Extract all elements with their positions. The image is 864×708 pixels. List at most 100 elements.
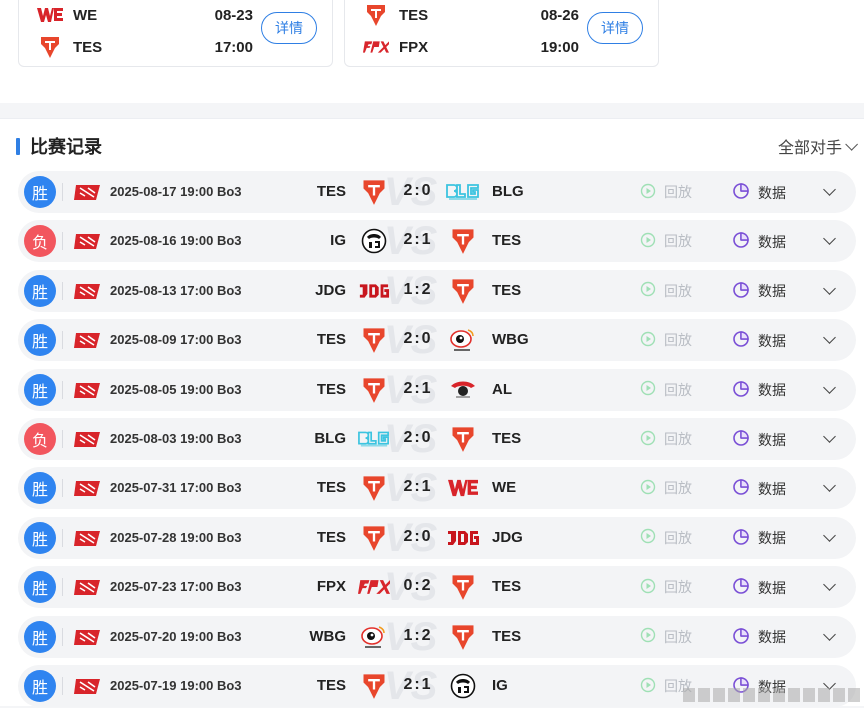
league-logo-icon (74, 480, 102, 497)
pie-chart-icon (732, 429, 750, 450)
match-score: 0:2 (403, 577, 433, 595)
tes-logo-icon (358, 473, 390, 503)
divider (62, 578, 63, 597)
team-name: TES (73, 38, 103, 56)
play-circle-icon (640, 430, 656, 449)
stats-button[interactable]: 数据 (732, 182, 786, 203)
expand-chevron-icon[interactable] (823, 380, 836, 394)
expand-chevron-icon[interactable] (823, 430, 836, 443)
replay-label: 回放 (664, 233, 692, 250)
tes-logo-icon (446, 424, 480, 454)
match-row[interactable]: 胜 2025-08-09 17:00 Bo3 VS TES 2:0 WBG 回放… (18, 319, 856, 362)
upcoming-card: WE 08-23 TES 17:00 详情 (18, 0, 333, 67)
match-row[interactable]: 负 2025-08-16 19:00 Bo3 VS IG 2:1 TES 回放 … (18, 220, 856, 263)
stats-button[interactable]: 数据 (732, 429, 786, 450)
match-datetime: 2025-07-23 17:00 Bo3 (110, 579, 242, 595)
team2-name: WE (492, 479, 517, 497)
stats-button[interactable]: 数据 (732, 478, 786, 499)
stats-button[interactable]: 数据 (732, 380, 786, 401)
match-score: 2:1 (403, 478, 433, 496)
section-header: 比赛记录 (16, 133, 102, 159)
divider (62, 331, 63, 350)
expand-chevron-icon[interactable] (823, 183, 836, 196)
league-logo-icon (74, 283, 102, 300)
match-row[interactable]: 胜 2025-07-20 19:00 Bo3 VS WBG 1:2 TES 回放… (18, 615, 856, 658)
stats-button[interactable]: 数据 (732, 528, 786, 549)
team2-name: IG (492, 677, 508, 694)
match-row[interactable]: 胜 2025-08-13 17:00 Bo3 VS JDG 1:2 TES 回放… (18, 269, 856, 312)
tes-logo-icon (37, 36, 63, 58)
match-datetime: 2025-08-03 19:00 Bo3 (110, 431, 242, 446)
play-circle-icon (640, 578, 656, 597)
result-badge: 胜 (24, 620, 56, 653)
stats-button[interactable]: 数据 (732, 231, 786, 252)
match-row[interactable]: 胜 2025-07-31 17:00 Bo3 VS TES 2:1 WE 回放 … (18, 467, 856, 510)
team2-name: JDG (492, 528, 523, 546)
stats-button[interactable]: 数据 (732, 281, 786, 302)
details-button[interactable]: 详情 (261, 12, 317, 44)
stats-button[interactable]: 数据 (732, 577, 786, 598)
expand-chevron-icon[interactable] (823, 578, 836, 592)
match-datetime: 2025-07-19 19:00 Bo3 (110, 678, 242, 693)
stats-button[interactable]: 数据 (732, 330, 786, 351)
match-row[interactable]: 胜 2025-08-17 19:00 Bo3 VS TES 2:0 BLG 回放… (18, 171, 856, 213)
pie-chart-icon (732, 231, 750, 252)
team-name: FPX (399, 38, 429, 56)
replay-button[interactable]: 回放 (640, 231, 692, 251)
wbg-logo-icon (446, 325, 480, 355)
match-row[interactable]: 负 2025-08-03 19:00 Bo3 VS BLG 2:0 TES 回放… (18, 418, 856, 460)
replay-button[interactable]: 回放 (640, 429, 692, 449)
league-logo-icon (74, 184, 102, 201)
opponent-filter-dropdown[interactable]: 全部对手 (777, 134, 858, 158)
match-row[interactable]: 胜 2025-08-05 19:00 Bo3 VS TES 2:1 AL 回放 … (18, 368, 856, 411)
details-button[interactable]: 详情 (587, 12, 643, 44)
jdg-logo-icon (446, 523, 480, 553)
expand-chevron-icon[interactable] (823, 281, 836, 295)
filter-label: 全部对手 (777, 140, 842, 157)
stats-label: 数据 (758, 382, 786, 399)
pie-chart-icon (732, 182, 750, 203)
replay-label: 回放 (664, 431, 692, 447)
replay-button[interactable]: 回放 (640, 330, 692, 350)
play-circle-icon (640, 232, 656, 251)
we-logo-icon (446, 473, 480, 503)
replay-button[interactable]: 回放 (640, 182, 692, 202)
replay-label: 回放 (664, 282, 692, 299)
league-logo-icon (74, 382, 102, 399)
match-datetime: 2025-08-13 17:00 Bo3 (110, 282, 242, 298)
pie-chart-icon (732, 528, 750, 549)
team1-name: TES (316, 183, 346, 200)
team1-name: JDG (315, 281, 346, 299)
replay-button[interactable]: 回放 (640, 577, 692, 597)
replay-button[interactable]: 回放 (640, 281, 692, 301)
team1-name: TES (316, 677, 346, 694)
divider (62, 281, 63, 300)
pie-chart-icon (732, 478, 750, 499)
match-row[interactable]: 胜 2025-07-23 17:00 Bo3 VS FPX 0:2 TES 回放… (18, 566, 856, 609)
team1-name: FPX (316, 578, 346, 596)
expand-chevron-icon[interactable] (823, 232, 836, 246)
stats-label: 数据 (758, 283, 786, 300)
tes-logo-icon (358, 375, 390, 405)
expand-chevron-icon[interactable] (823, 331, 836, 345)
expand-chevron-icon[interactable] (823, 528, 836, 542)
wbg-logo-icon (358, 622, 390, 652)
league-logo-icon (74, 530, 102, 547)
pie-chart-icon (732, 627, 750, 648)
stats-label: 数据 (758, 629, 786, 646)
play-circle-icon (640, 479, 656, 498)
fpx-logo-icon (363, 36, 389, 58)
match-row[interactable]: 胜 2025-07-28 19:00 Bo3 VS TES 2:0 JDG 回放… (18, 516, 856, 559)
replay-button[interactable]: 回放 (640, 478, 692, 498)
replay-button[interactable]: 回放 (640, 528, 692, 548)
expand-chevron-icon[interactable] (823, 627, 836, 641)
match-records: 比赛记录 全部对手 胜 2025-08-17 19:00 Bo3 VS TES … (0, 118, 864, 707)
replay-button[interactable]: 回放 (640, 627, 692, 647)
match-date: 08-23 (214, 6, 253, 24)
tes-logo-icon (358, 177, 390, 207)
stats-button[interactable]: 数据 (732, 627, 786, 648)
play-circle-icon (640, 627, 656, 646)
replay-button[interactable]: 回放 (640, 380, 692, 400)
divider (62, 479, 63, 498)
expand-chevron-icon[interactable] (823, 479, 836, 493)
